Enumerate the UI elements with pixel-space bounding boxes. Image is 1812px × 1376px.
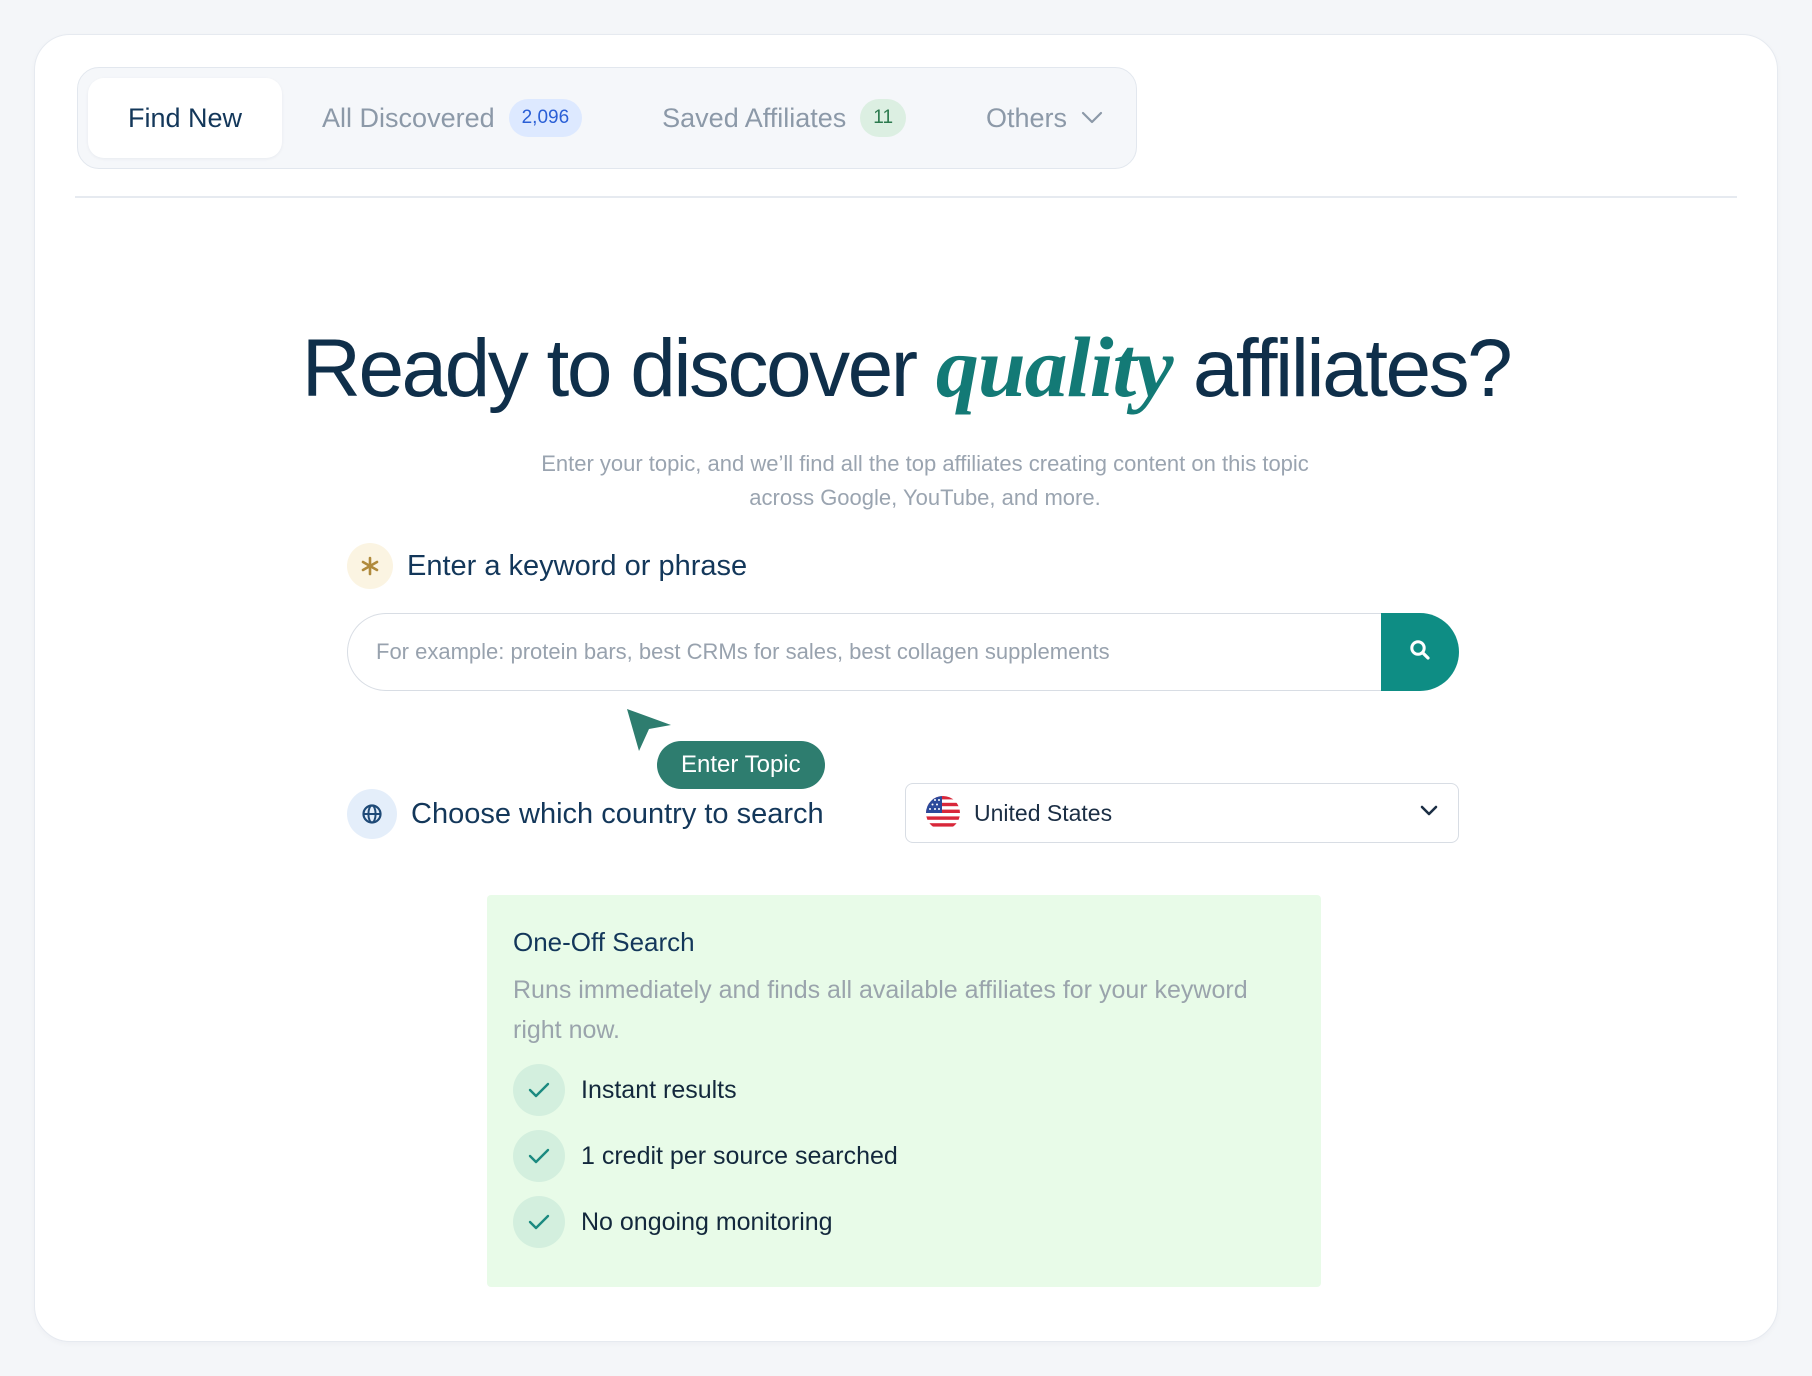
country-label-row: Choose which country to search — [347, 789, 824, 839]
country-label: Choose which country to search — [411, 797, 824, 830]
count-badge: 11 — [860, 99, 907, 137]
search-icon — [1408, 638, 1432, 667]
tab-label: Find New — [128, 102, 243, 133]
page-subtitle: Enter your topic, and we’ll find all the… — [475, 447, 1375, 515]
page-title: Ready to discover quality affiliates? — [35, 317, 1777, 417]
count-badge: 2,096 — [508, 99, 583, 137]
chevron-down-icon — [1081, 111, 1103, 125]
tab-bar: Find New All Discovered 2,096 Saved Affi… — [77, 67, 1137, 169]
subtitle-line: across Google, YouTube, and more. — [749, 485, 1101, 510]
check-icon — [513, 1130, 565, 1182]
keyword-label-row: Enter a keyword or phrase — [347, 543, 747, 589]
chevron-down-icon — [1420, 804, 1438, 822]
title-text: affiliates? — [1172, 323, 1513, 414]
us-flag-icon — [926, 796, 960, 830]
enter-topic-tooltip: Enter Topic — [657, 741, 825, 789]
card-title: One-Off Search — [513, 927, 695, 957]
check-icon — [513, 1196, 565, 1248]
feature-item: 1 credit per source searched — [513, 1130, 1295, 1182]
check-icon — [513, 1064, 565, 1116]
feature-item: Instant results — [513, 1064, 1295, 1116]
card-description: Runs immediately and finds all available… — [513, 976, 1248, 1044]
search-bar — [347, 613, 1459, 691]
keyword-label: Enter a keyword or phrase — [407, 549, 748, 582]
tab-label: All Discovered — [322, 102, 495, 133]
feature-item: No ongoing monitoring — [513, 1196, 1295, 1248]
title-accent: quality — [935, 319, 1174, 415]
asterisk-icon — [347, 543, 393, 589]
tab-label: Saved Affiliates — [662, 102, 847, 133]
country-select[interactable]: United States — [905, 783, 1459, 843]
search-button[interactable] — [1381, 613, 1459, 691]
tab-others[interactable]: Others — [946, 78, 1143, 158]
keyword-input[interactable] — [347, 613, 1381, 691]
tab-find-new[interactable]: Find New — [88, 78, 283, 158]
feature-text: Instant results — [581, 1075, 737, 1104]
tab-label: Others — [986, 102, 1068, 133]
tooltip-label: Enter Topic — [681, 751, 801, 778]
divider — [75, 196, 1737, 198]
one-off-search-card[interactable]: One-Off Search Runs immediately and find… — [487, 895, 1321, 1287]
title-text: Ready to discover — [301, 323, 936, 414]
subtitle-line: Enter your topic, and we’ll find all the… — [541, 451, 1309, 476]
feature-text: 1 credit per source searched — [581, 1141, 898, 1170]
main-card: Find New All Discovered 2,096 Saved Affi… — [34, 34, 1778, 1342]
tab-saved-affiliates[interactable]: Saved Affiliates 11 — [622, 78, 946, 158]
globe-icon — [347, 789, 397, 839]
tab-all-discovered[interactable]: All Discovered 2,096 — [282, 78, 622, 158]
country-value: United States — [974, 799, 1113, 826]
feature-text: No ongoing monitoring — [581, 1207, 833, 1236]
